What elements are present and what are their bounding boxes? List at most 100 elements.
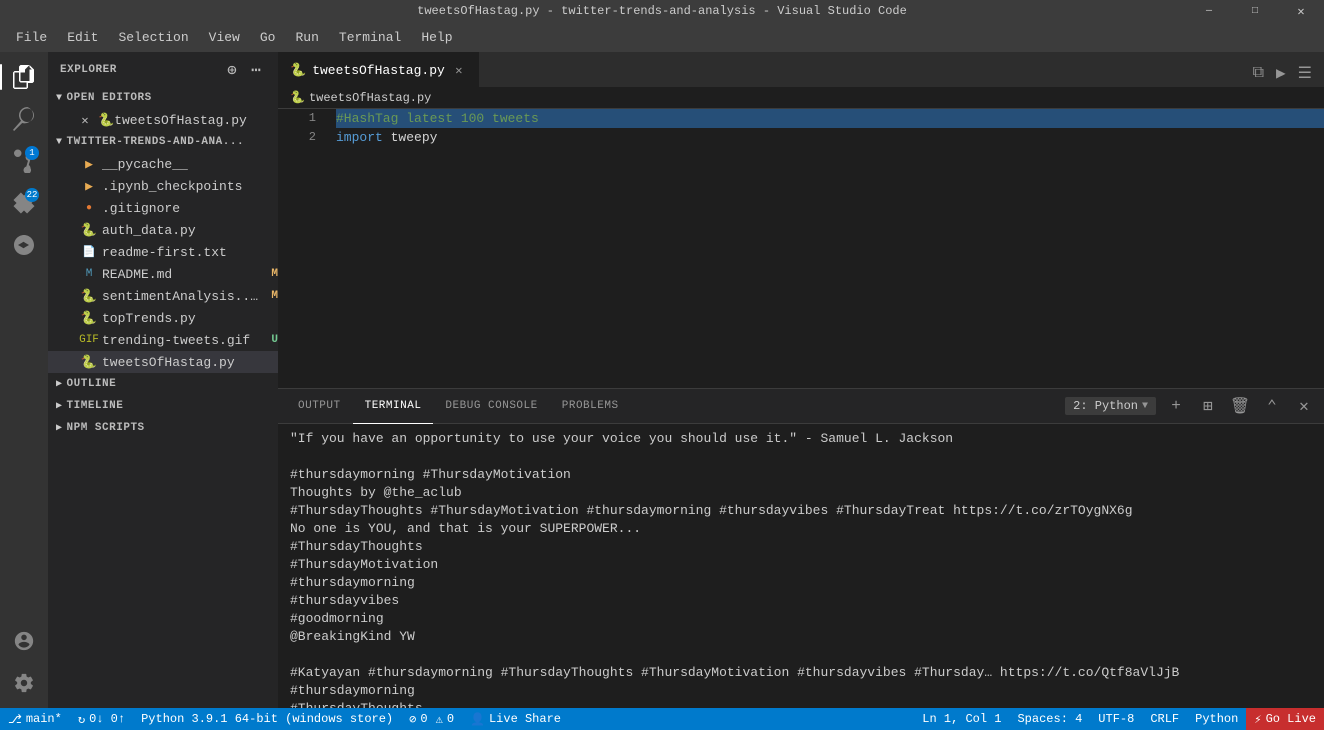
file-pycache[interactable]: ▶ __pycache__ xyxy=(48,153,278,175)
tab-close-button[interactable]: ✕ xyxy=(451,62,467,78)
status-errors[interactable]: ⊘ 0 ⚠ 0 xyxy=(401,708,462,730)
settings-activity-icon[interactable] xyxy=(7,666,41,700)
npm-chevron: ▶ xyxy=(56,422,63,434)
extensions-activity-icon[interactable]: 22 xyxy=(7,186,41,220)
panel-tab-output[interactable]: OUTPUT xyxy=(286,389,353,424)
menu-help[interactable]: Help xyxy=(413,26,460,49)
menu-terminal[interactable]: Terminal xyxy=(331,26,409,49)
file-readme-first[interactable]: 📄 readme-first.txt xyxy=(48,241,278,263)
terminal-line: No one is YOU, and that is your SUPERPOW… xyxy=(290,520,1312,538)
outline-section[interactable]: ▶ Outline xyxy=(48,373,278,395)
file-readme-md[interactable]: M README.md M xyxy=(48,263,278,285)
npm-scripts-section[interactable]: ▶ NPM Scripts xyxy=(48,417,278,439)
menu-view[interactable]: View xyxy=(201,26,248,49)
terminal-line: #ThursdayThoughts xyxy=(290,538,1312,556)
live-share-label: Live Share xyxy=(489,712,561,726)
open-editors-section[interactable]: ▼ Open Editors xyxy=(48,87,278,109)
file-gitignore-label: .gitignore xyxy=(102,201,278,216)
panel-tab-terminal[interactable]: TERMINAL xyxy=(353,389,434,424)
tab-tweets-hastag[interactable]: 🐍 tweetsOfHastag.py ✕ xyxy=(278,52,479,87)
status-python-version[interactable]: Python 3.9.1 64-bit (windows store) xyxy=(133,708,401,730)
file-gif-badge: U xyxy=(271,334,278,346)
python-selector[interactable]: 2: Python ▼ xyxy=(1065,397,1156,415)
status-encoding[interactable]: UTF-8 xyxy=(1090,708,1142,730)
tab-py-icon: 🐍 xyxy=(290,63,306,78)
py-icon: 🐍 xyxy=(80,309,98,327)
spaces-label: Spaces: 4 xyxy=(1017,712,1082,726)
minimize-button[interactable]: — xyxy=(1186,0,1232,22)
file-ipynb[interactable]: ▶ .ipynb_checkpoints xyxy=(48,175,278,197)
panel-tab-debug[interactable]: DEBUG CONSOLE xyxy=(433,389,549,424)
file-toptrends[interactable]: 🐍 topTrends.py xyxy=(48,307,278,329)
run-file-button[interactable]: ▶ xyxy=(1272,59,1290,87)
status-line-ending[interactable]: CRLF xyxy=(1142,708,1187,730)
txt-icon: 📄 xyxy=(80,243,98,261)
maximize-button[interactable]: □ xyxy=(1232,0,1278,22)
terminal-content[interactable]: "If you have an opportunity to use your … xyxy=(278,424,1324,708)
run-activity-icon[interactable] xyxy=(7,228,41,262)
sync-icon: ↻ xyxy=(78,712,85,727)
activity-bar: 1 22 xyxy=(0,52,48,708)
breadcrumb: 🐍 tweetsOfHastag.py xyxy=(278,87,1324,109)
source-control-activity-icon[interactable]: 1 xyxy=(7,144,41,178)
line-ending-label: CRLF xyxy=(1150,712,1179,726)
terminal-line: "If you have an opportunity to use your … xyxy=(290,430,1312,448)
open-editor-item[interactable]: ✕ 🐍 tweetsOfHastag.py xyxy=(48,109,278,131)
file-ipynb-label: .ipynb_checkpoints xyxy=(102,179,278,194)
close-button[interactable]: ✕ xyxy=(1278,0,1324,22)
split-terminal-button[interactable]: ⊞ xyxy=(1196,394,1220,418)
close-panel-button[interactable]: ✕ xyxy=(1292,394,1316,418)
status-branch[interactable]: ⎇ main* xyxy=(0,708,70,730)
status-spaces[interactable]: Spaces: 4 xyxy=(1009,708,1090,730)
file-sentiment-label: sentimentAnalysis.... xyxy=(102,289,265,304)
trash-terminal-button[interactable]: 🗑 xyxy=(1228,394,1252,418)
terminal-line: #thursdaymorning xyxy=(290,682,1312,700)
panel-right-actions: 2: Python ▼ + ⊞ 🗑 ⌃ ✕ xyxy=(1065,394,1316,418)
menu-selection[interactable]: Selection xyxy=(110,26,196,49)
more-actions-button[interactable]: ⋯ xyxy=(246,60,266,80)
new-file-button[interactable]: ⊕ xyxy=(222,60,242,80)
status-cursor[interactable]: Ln 1, Col 1 xyxy=(914,708,1009,730)
open-editors-chevron: ▼ xyxy=(56,93,63,104)
tabs-bar: 🐍 tweetsOfHastag.py ✕ ⧉ ▶ ☰ xyxy=(278,52,1324,87)
terminal-line: #thursdayvibes xyxy=(290,592,1312,610)
py-icon: 🐍 xyxy=(80,287,98,305)
code-editor[interactable]: 1 2 #HashTag latest 100 tweets import tw… xyxy=(278,109,1324,388)
status-live-share[interactable]: 👤 Live Share xyxy=(462,708,569,730)
menu-run[interactable]: Run xyxy=(287,26,326,49)
code-content[interactable]: #HashTag latest 100 tweets import tweepy xyxy=(328,109,1324,388)
go-live-icon: ⚡ xyxy=(1254,712,1261,727)
account-activity-icon[interactable] xyxy=(7,624,41,658)
panel-tab-problems[interactable]: PROBLEMS xyxy=(550,389,631,424)
file-sentiment[interactable]: 🐍 sentimentAnalysis.... M xyxy=(48,285,278,307)
terminal-line xyxy=(290,646,1312,664)
search-activity-icon[interactable] xyxy=(7,102,41,136)
add-terminal-button[interactable]: + xyxy=(1164,394,1188,418)
menu-go[interactable]: Go xyxy=(252,26,284,49)
branch-label: main* xyxy=(26,712,62,726)
status-language[interactable]: Python xyxy=(1187,708,1246,730)
menu-file[interactable]: File xyxy=(8,26,55,49)
file-tweets-hastag[interactable]: 🐍 tweetsOfHastag.py xyxy=(48,351,278,373)
status-go-live[interactable]: ⚡ Go Live xyxy=(1246,708,1324,730)
folder-icon: ▶ xyxy=(80,177,98,195)
menu-edit[interactable]: Edit xyxy=(59,26,106,49)
project-folder-section[interactable]: ▼ Twitter-Trends-And-Ana... xyxy=(48,131,278,153)
maximize-panel-button[interactable]: ⌃ xyxy=(1260,394,1284,418)
file-trending-gif[interactable]: GIF trending-tweets.gif U xyxy=(48,329,278,351)
open-editor-filename: tweetsOfHastag.py xyxy=(114,113,247,128)
file-gitignore[interactable]: ● .gitignore xyxy=(48,197,278,219)
more-actions-button[interactable]: ☰ xyxy=(1294,59,1316,87)
explorer-activity-icon[interactable] xyxy=(7,60,41,94)
status-sync[interactable]: ↻ 0↓ 0↑ xyxy=(70,708,133,730)
editor-close-button[interactable]: ✕ xyxy=(76,111,94,129)
live-share-icon: 👤 xyxy=(470,712,485,727)
timeline-section[interactable]: ▶ Timeline xyxy=(48,395,278,417)
python-selector-chevron: ▼ xyxy=(1142,401,1148,412)
file-auth-data[interactable]: 🐍 auth_data.py xyxy=(48,219,278,241)
status-bar: ⎇ main* ↻ 0↓ 0↑ Python 3.9.1 64-bit (win… xyxy=(0,708,1324,730)
file-readme-first-label: readme-first.txt xyxy=(102,245,278,260)
split-editor-button[interactable]: ⧉ xyxy=(1249,60,1268,86)
line-numbers: 1 2 xyxy=(278,109,328,388)
warning-count: 0 xyxy=(447,712,454,726)
